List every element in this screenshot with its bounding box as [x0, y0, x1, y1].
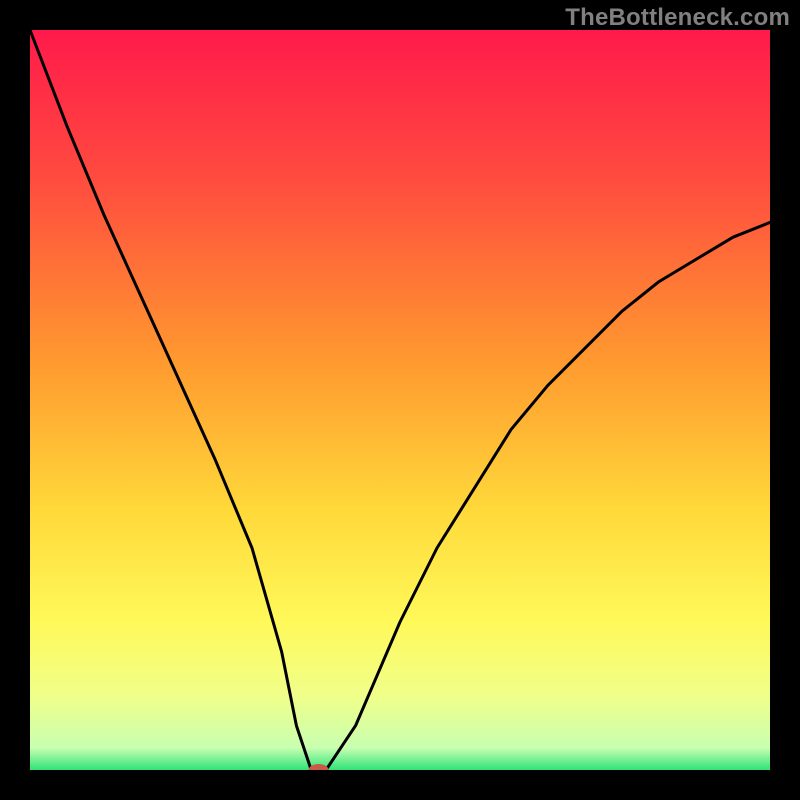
- watermark-text: TheBottleneck.com: [565, 4, 790, 32]
- bottleneck-chart: [0, 0, 800, 800]
- optimal-point-marker: [309, 764, 329, 776]
- chart-frame: TheBottleneck.com: [0, 0, 800, 800]
- gradient-background: [30, 30, 770, 770]
